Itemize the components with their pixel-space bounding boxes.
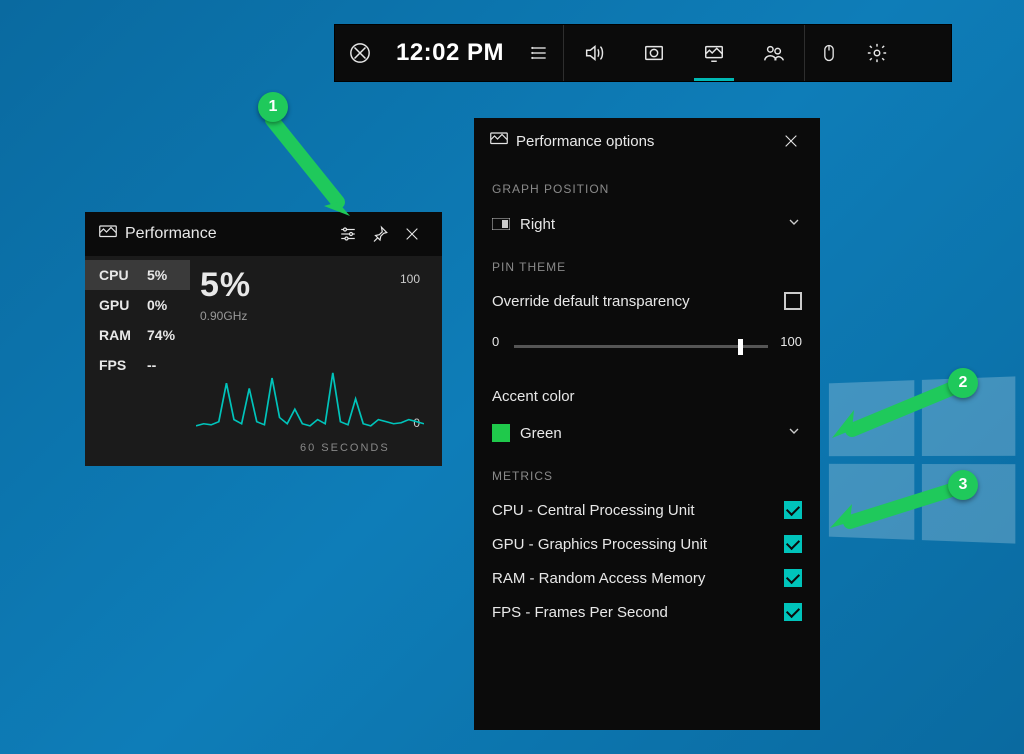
gpu-checkbox[interactable] <box>784 535 802 553</box>
chevron-down-icon <box>786 423 802 443</box>
accent-color-select[interactable]: Green <box>474 415 820 451</box>
transparency-slider[interactable]: 0 100 <box>492 336 802 356</box>
close-icon[interactable] <box>396 218 428 250</box>
x-axis-label: 60 SECONDS <box>300 442 390 454</box>
performance-monitor-icon <box>99 225 117 244</box>
performance-options-panel: Performance options GRAPH POSITION Right… <box>474 118 820 730</box>
metric-row-gpu[interactable]: GPU 0% <box>85 290 190 320</box>
accent-color-label: Accent color <box>474 362 820 415</box>
metric-row-ram[interactable]: RAM 74% <box>85 320 190 350</box>
performance-monitor-icon <box>490 132 508 150</box>
metrics-label: METRICS <box>474 451 820 493</box>
callout-2: 2 <box>818 368 978 458</box>
options-title: Performance options <box>516 133 654 150</box>
audio-icon[interactable] <box>564 25 624 81</box>
options-titlebar: Performance options <box>474 118 820 164</box>
settings-icon[interactable] <box>853 25 901 81</box>
performance-icon[interactable] <box>684 25 744 81</box>
pin-theme-label: PIN THEME <box>474 242 820 284</box>
xbox-icon[interactable] <box>335 25 385 81</box>
metric-list: CPU 5% GPU 0% RAM 74% FPS -- <box>85 256 190 466</box>
ram-checkbox[interactable] <box>784 569 802 587</box>
chevron-down-icon <box>786 214 802 234</box>
callout-1: 1 <box>252 92 372 232</box>
metric-toggle-fps[interactable]: FPS - Frames Per Second <box>474 595 820 629</box>
cpu-checkbox[interactable] <box>784 501 802 519</box>
graph-position-label: GRAPH POSITION <box>474 164 820 206</box>
xbox-social-icon[interactable] <box>744 25 804 81</box>
metric-row-fps[interactable]: FPS -- <box>85 350 190 380</box>
graph-position-select[interactable]: Right <box>474 206 820 242</box>
metric-toggle-cpu[interactable]: CPU - Central Processing Unit <box>474 493 820 527</box>
y-axis-top: 100 <box>400 272 420 286</box>
layout-right-icon <box>492 218 514 230</box>
cpu-chart <box>196 326 424 430</box>
close-icon[interactable] <box>778 128 804 154</box>
big-percent-value: 5% <box>200 266 420 305</box>
performance-title: Performance <box>125 225 217 243</box>
ghz-value: 0.90GHz <box>200 309 420 323</box>
override-transparency-row[interactable]: Override default transparency <box>474 284 820 318</box>
callout-3: 3 <box>818 470 978 550</box>
accent-swatch <box>492 424 510 442</box>
metric-toggle-ram[interactable]: RAM - Random Access Memory <box>474 561 820 595</box>
widgets-menu-icon[interactable] <box>515 25 563 81</box>
game-bar: 12:02 PM <box>334 24 952 82</box>
slider-thumb[interactable] <box>738 339 743 355</box>
performance-widget: Performance CPU 5% GPU 0% RAM 74% <box>85 212 442 466</box>
mouse-icon[interactable] <box>805 25 853 81</box>
capture-icon[interactable] <box>624 25 684 81</box>
clock-time: 12:02 PM <box>385 25 515 81</box>
metric-row-cpu[interactable]: CPU 5% <box>85 260 190 290</box>
metric-toggle-gpu[interactable]: GPU - Graphics Processing Unit <box>474 527 820 561</box>
chart-area: 5% 0.90GHz 100 0 60 SECONDS <box>190 256 442 466</box>
override-transparency-checkbox[interactable] <box>784 292 802 310</box>
fps-checkbox[interactable] <box>784 603 802 621</box>
